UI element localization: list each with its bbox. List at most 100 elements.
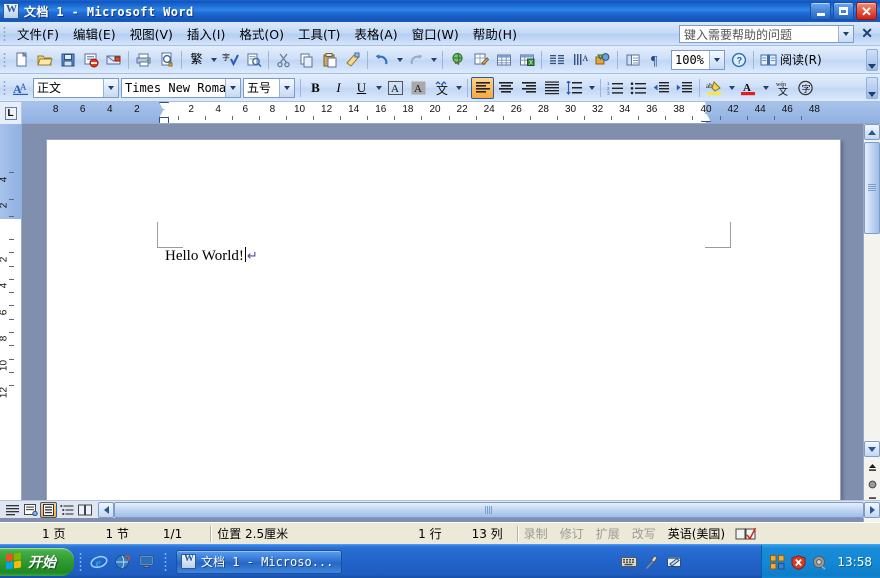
internet-explorer-icon[interactable]: e	[90, 553, 108, 571]
vertical-scrollbar[interactable]	[863, 124, 880, 522]
underline-button[interactable]: U	[350, 77, 373, 99]
italic-button[interactable]: I	[327, 77, 350, 99]
align-left-button[interactable]	[471, 76, 494, 99]
help-icon[interactable]: ?	[727, 49, 750, 71]
numbered-list-button[interactable]: 123	[604, 77, 627, 99]
decrease-indent-button[interactable]	[650, 77, 673, 99]
hyperlink-icon[interactable]	[446, 49, 469, 71]
spelling-check-icon[interactable]: 字	[219, 49, 242, 71]
insert-table-icon[interactable]	[492, 49, 515, 71]
system-clock[interactable]: 13:58	[837, 555, 872, 569]
left-indent-marker[interactable]	[159, 117, 169, 123]
research-icon[interactable]	[242, 49, 265, 71]
underline-dropdown[interactable]	[373, 77, 384, 99]
bold-button[interactable]: B	[304, 77, 327, 99]
standard-toolbar-drag-handle[interactable]	[3, 51, 6, 68]
document-page[interactable]: Hello World! ↵	[46, 139, 841, 509]
menu-insert[interactable]: 插入(I)	[180, 21, 232, 46]
undo-icon[interactable]	[371, 49, 394, 71]
character-shading-button[interactable]: A	[407, 77, 430, 99]
start-button[interactable]: 开始	[0, 547, 74, 576]
paste-icon[interactable]	[318, 49, 341, 71]
status-track-changes[interactable]: 修订	[554, 525, 590, 542]
redo-dropdown[interactable]	[428, 49, 439, 71]
show-desktop-icon[interactable]	[138, 553, 156, 571]
formatting-toolbar-drag-handle[interactable]	[3, 79, 6, 96]
ruler-strip[interactable]: 8 6 4 2 2 4 6 8 10 12 14 16 18 20 22 24 26 28 30 32 34 36 38 40…	[22, 102, 880, 123]
document-text-line[interactable]: Hello World! ↵	[165, 247, 258, 265]
font-size-dropdown[interactable]	[279, 78, 294, 97]
spelling-status-icon[interactable]	[735, 526, 757, 542]
font-color-dropdown[interactable]	[760, 77, 771, 99]
horizontal-ruler[interactable]: L 8 6 4 2 2 4 6 8 10 12 14 16 18 20 22 24 26 28 30 32 34 36 38…	[0, 102, 880, 124]
quick-launch-handle[interactable]	[79, 551, 82, 572]
keyboard-icon[interactable]	[621, 555, 637, 570]
web-layout-view-button[interactable]	[22, 502, 39, 518]
font-color-button[interactable]: A	[737, 77, 760, 99]
enclose-character-button[interactable]: 字	[794, 77, 817, 99]
ruler-left-margin-band[interactable]	[22, 102, 164, 123]
save-icon[interactable]	[56, 49, 79, 71]
standard-toolbar-options-button[interactable]	[866, 49, 878, 71]
email-icon[interactable]	[102, 49, 125, 71]
highlight-button[interactable]: ab	[703, 77, 726, 99]
undo-dropdown[interactable]	[394, 49, 405, 71]
columns-icon[interactable]	[545, 49, 568, 71]
menubar-drag-handle[interactable]	[3, 25, 6, 42]
horizontal-scroll-track[interactable]	[114, 501, 864, 518]
outline-view-button[interactable]	[58, 502, 75, 518]
style-dropdown[interactable]	[103, 78, 118, 97]
taskbar-item-word[interactable]: 文档 1 - Microso...	[176, 549, 343, 574]
scroll-up-button[interactable]	[864, 124, 880, 140]
redo-icon[interactable]	[405, 49, 428, 71]
highlight-dropdown[interactable]	[726, 77, 737, 99]
browser-icon[interactable]	[114, 553, 132, 571]
select-browse-object-button[interactable]	[866, 477, 878, 491]
bulleted-list-button[interactable]	[627, 77, 650, 99]
phonetic-guide-dropdown[interactable]	[453, 77, 464, 99]
ask-a-question-dropdown[interactable]	[838, 26, 853, 42]
line-spacing-button[interactable]	[563, 77, 586, 99]
scroll-left-button[interactable]	[98, 501, 114, 518]
status-language[interactable]: 英语(美国)	[662, 525, 731, 542]
status-record[interactable]: 录制	[518, 525, 554, 542]
security-shield-icon[interactable]	[791, 554, 806, 570]
network-icon[interactable]	[770, 554, 785, 570]
menu-help[interactable]: 帮助(H)	[466, 21, 524, 46]
menu-table[interactable]: 表格(A)	[347, 21, 404, 46]
menu-format[interactable]: 格式(O)	[232, 21, 291, 46]
styles-and-formatting-icon[interactable]: AA	[10, 77, 33, 99]
style-combo[interactable]: 正文	[33, 77, 119, 98]
menu-window[interactable]: 窗口(W)	[405, 21, 466, 46]
document-map-icon[interactable]	[621, 49, 644, 71]
font-size-combo[interactable]: 五号	[243, 77, 295, 98]
increase-indent-button[interactable]	[673, 77, 696, 99]
tables-borders-icon[interactable]	[469, 49, 492, 71]
print-preview-icon[interactable]	[155, 49, 178, 71]
copy-icon[interactable]	[295, 49, 318, 71]
vertical-scroll-thumb[interactable]	[864, 142, 880, 234]
open-folder-icon[interactable]	[33, 49, 56, 71]
maximize-button[interactable]	[833, 2, 854, 20]
close-document-button[interactable]: ✕	[861, 26, 873, 40]
cut-icon[interactable]	[272, 49, 295, 71]
menu-edit[interactable]: 编辑(E)	[66, 21, 123, 46]
formatting-toolbar-options-button[interactable]	[866, 77, 878, 99]
traditional-chinese-dropdown[interactable]	[208, 49, 219, 71]
zoom-dropdown[interactable]	[709, 50, 724, 69]
drawing-icon[interactable]	[591, 49, 614, 71]
microphone-icon[interactable]	[644, 555, 659, 570]
vertical-text-icon[interactable]: A	[568, 49, 591, 71]
tab-stop-selector[interactable]: L	[0, 102, 22, 124]
scroll-right-button[interactable]	[864, 501, 880, 518]
phonetic-guide-button[interactable]: 文	[430, 77, 453, 99]
menu-file[interactable]: 文件(F)	[10, 21, 66, 46]
normal-view-button[interactable]	[4, 502, 21, 518]
translate-button[interactable]: wén 文	[771, 77, 794, 99]
font-dropdown[interactable]	[225, 78, 240, 97]
character-border-button[interactable]: A	[384, 77, 407, 99]
permission-icon[interactable]	[79, 49, 102, 71]
reading-layout-view-button[interactable]	[76, 502, 93, 518]
format-painter-icon[interactable]	[341, 49, 364, 71]
menu-tools[interactable]: 工具(T)	[291, 21, 347, 46]
